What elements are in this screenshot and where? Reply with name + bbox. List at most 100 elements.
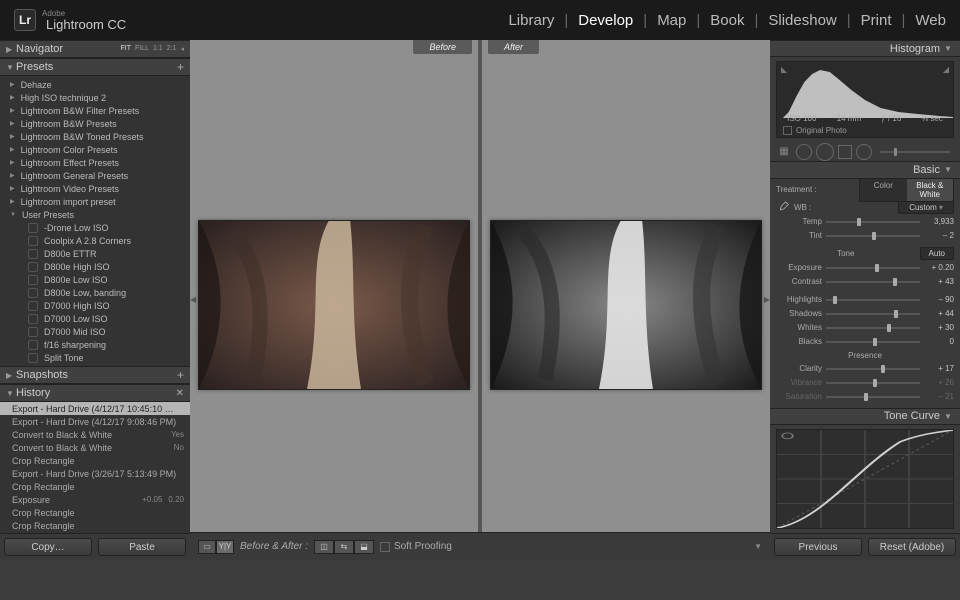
preset-folder[interactable]: Lightroom B&W Presets [10,117,190,130]
plus-icon[interactable]: + [177,60,184,74]
preset-folder[interactable]: Lightroom B&W Filter Presets [10,104,190,117]
basic-header[interactable]: Basic ▼ [770,161,960,178]
preset-item[interactable]: D800e ETTR [10,247,190,260]
module-web[interactable]: Web [915,12,946,29]
view-mode-toggle[interactable]: ▭ Y|Y [198,540,234,554]
history-row[interactable]: Crop Rectangle [0,519,190,532]
loupe-view-icon[interactable]: ▭ [198,540,216,554]
navigator-zoom-opts[interactable]: FIT FILL 1:1 2:1 ◂ [121,45,185,53]
preset-item[interactable]: f/16 sharpening [10,338,190,351]
preset-folder[interactable]: Dehaze [10,78,190,91]
preset-item[interactable]: D800e High ISO [10,260,190,273]
history-row[interactable]: Export - Hard Drive (4/12/17 9:08:46 PM) [0,415,190,428]
preset-folder[interactable]: Lightroom Color Presets [10,143,190,156]
wb-dropdown[interactable]: Custom ▾ [898,201,954,214]
slider-highlights[interactable]: Highlights– 90 [776,293,954,307]
treatment-toggle[interactable]: Color Black & White [859,178,954,202]
histogram[interactable]: ◣ ◢ ISO 10014 mm ƒ / 16⅛ sec Original Ph… [776,61,954,138]
slider-saturation[interactable]: Saturation– 21 [776,390,954,404]
presets-tree[interactable]: DehazeHigh ISO technique 2Lightroom B&W … [0,76,190,366]
slider-vibrance[interactable]: Vibrance+ 26 [776,376,954,390]
compare-layout-toggle[interactable]: ◫ ⇆ ⬓ [314,540,374,554]
module-map[interactable]: Map [657,12,686,29]
before-view[interactable]: Before [190,40,478,560]
crop-tool-icon[interactable]: ▦ [776,144,792,160]
slider-temp[interactable]: Temp3,933 [776,215,954,229]
previous-button[interactable]: Previous [774,538,862,556]
preset-folder[interactable]: Lightroom Video Presets [10,182,190,195]
module-slideshow[interactable]: Slideshow [768,12,836,29]
nav-zoom-fit[interactable]: FIT [121,45,132,53]
preset-item[interactable]: D7000 Mid ISO [10,325,190,338]
toolbar-menu-icon[interactable]: ▼ [754,542,762,551]
grad-tool-icon[interactable] [838,145,852,159]
presets-header[interactable]: ▼ Presets + [0,58,190,76]
reset-button[interactable]: Reset (Adobe) [868,538,956,556]
preset-folder[interactable]: Lightroom B&W Toned Presets [10,130,190,143]
preset-item[interactable]: Coolpix A 2.8 Corners [10,234,190,247]
plus-icon[interactable]: + [177,368,184,382]
preset-folder[interactable]: Lightroom Effect Presets [10,156,190,169]
history-list[interactable]: Export - Hard Drive (4/12/17 10:45:10 PM… [0,402,190,533]
copy-button[interactable]: Copy… [4,538,92,556]
auto-button[interactable]: Auto [920,247,954,260]
preset-item[interactable]: Split Tone [10,351,190,364]
history-row[interactable]: Exposure+0.050.20 [0,493,190,506]
preset-item[interactable]: D800e Low, banding [10,286,190,299]
module-book[interactable]: Book [710,12,744,29]
top-bottom-icon[interactable]: ⬓ [354,540,374,554]
history-row[interactable]: Convert to Black & WhiteNo [0,441,190,454]
history-row[interactable]: Export - Hard Drive (3/26/17 5:13:49 PM) [0,467,190,480]
paste-button[interactable]: Paste [98,538,186,556]
history-header[interactable]: ▼ History ✕ [0,384,190,402]
slider-contrast[interactable]: Contrast+ 43 [776,275,954,289]
preset-folder[interactable]: High ISO technique 2 [10,91,190,104]
slider-clarity[interactable]: Clarity+ 17 [776,362,954,376]
snapshots-header[interactable]: ▶ Snapshots + [0,366,190,384]
tone-curve-header[interactable]: Tone Curve ▼ [770,408,960,425]
history-row[interactable]: Crop Rectangle [0,480,190,493]
spot-tool-icon[interactable] [796,144,812,160]
redeye-tool-icon[interactable] [816,143,834,161]
close-icon[interactable]: ✕ [176,388,184,399]
tone-curve[interactable] [776,429,954,529]
brush-tool-icon[interactable] [880,151,950,153]
preset-folder[interactable]: Lightroom import preset [10,195,190,208]
after-view[interactable]: After [478,40,770,560]
navigator-header[interactable]: ▶ Navigator FIT FILL 1:1 2:1 ◂ [0,40,190,58]
module-print[interactable]: Print [861,12,892,29]
preset-item[interactable]: -Drone Low ISO [10,221,190,234]
slider-whites[interactable]: Whites+ 30 [776,321,954,335]
soft-proofing-check[interactable]: Soft Proofing [380,541,452,552]
preset-item[interactable]: D7000 High ISO [10,299,190,312]
nav-zoom-2-1[interactable]: 2:1 [167,45,177,53]
preset-folder[interactable]: Lightroom General Presets [10,169,190,182]
histogram-header[interactable]: Histogram ▼ [770,40,960,57]
side-by-side-icon[interactable]: ◫ [314,540,334,554]
slider-tint[interactable]: Tint– 2 [776,229,954,243]
history-row[interactable]: Convert to Black & WhiteYes [0,428,190,441]
nav-zoom-1-1[interactable]: 1:1 [153,45,163,53]
history-row[interactable]: Crop Rectangle [0,506,190,519]
clip-highlight-icon[interactable]: ◢ [943,65,949,74]
slider-shadows[interactable]: Shadows+ 44 [776,307,954,321]
preset-item[interactable]: D800e Low ISO [10,273,190,286]
history-row[interactable]: Export - Hard Drive (4/12/17 10:45:10 PM… [0,402,190,415]
radial-tool-icon[interactable] [856,144,872,160]
nav-zoom-fill[interactable]: FILL [135,45,149,53]
clip-shadow-icon[interactable]: ◣ [781,65,787,74]
preset-item[interactable]: D7000 Low ISO [10,312,190,325]
compare-view-icon[interactable]: Y|Y [216,540,234,554]
module-library[interactable]: Library [508,12,554,29]
module-develop[interactable]: Develop [578,12,633,29]
right-buttons: Previous Reset (Adobe) [770,533,960,560]
slider-blacks[interactable]: Blacks0 [776,335,954,349]
preset-folder-user[interactable]: User Presets [10,208,190,221]
split-icon[interactable]: ⇆ [334,540,354,554]
slider-exposure[interactable]: Exposure+ 0.20 [776,261,954,275]
history-row[interactable]: Crop Rectangle [0,454,190,467]
eyedropper-icon[interactable] [776,201,790,215]
checkbox-icon[interactable] [380,542,390,552]
original-photo-check[interactable]: Original Photo [783,126,847,135]
expand-right-icon[interactable]: ▶ [764,295,770,304]
